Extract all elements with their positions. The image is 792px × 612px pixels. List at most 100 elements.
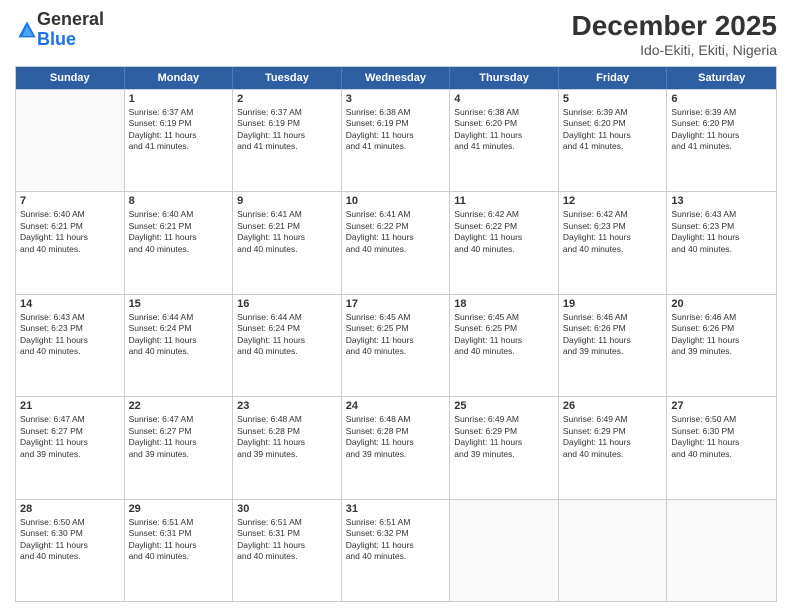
calendar-cell: 28 Sunrise: 6:50 AM Sunset: 6:30 PM Dayli… xyxy=(16,500,125,601)
cell-info: Sunrise: 6:45 AM Sunset: 6:25 PM Dayligh… xyxy=(454,312,554,358)
calendar-body: 1 Sunrise: 6:37 AM Sunset: 6:19 PM Daylig… xyxy=(16,89,776,601)
calendar-cell: 31 Sunrise: 6:51 AM Sunset: 6:32 PM Dayli… xyxy=(342,500,451,601)
cell-info: Sunrise: 6:40 AM Sunset: 6:21 PM Dayligh… xyxy=(20,209,120,255)
cell-info: Sunrise: 6:51 AM Sunset: 6:32 PM Dayligh… xyxy=(346,517,446,563)
cell-info: Sunrise: 6:39 AM Sunset: 6:20 PM Dayligh… xyxy=(563,107,663,153)
calendar-cell: 20Sunrise: 6:46 AM Sunset: 6:26 PM Dayli… xyxy=(667,295,776,396)
cell-info: Sunrise: 6:43 AM Sunset: 6:23 PM Dayligh… xyxy=(20,312,120,358)
day-number: 15 xyxy=(129,298,229,310)
title-block: December 2025 Ido-Ekiti, Ekiti, Nigeria xyxy=(572,10,777,58)
calendar-cell: 17 Sunrise: 6:45 AM Sunset: 6:25 PM Dayli… xyxy=(342,295,451,396)
day-number: 10 xyxy=(346,195,446,207)
calendar-cell xyxy=(450,500,559,601)
calendar-cell: 9 Sunrise: 6:41 AM Sunset: 6:21 PM Daylig… xyxy=(233,192,342,293)
day-number: 24 xyxy=(346,400,446,412)
cell-info: Sunrise: 6:50 AM Sunset: 6:30 PM Dayligh… xyxy=(20,517,120,563)
cell-info: Sunrise: 6:51 AM Sunset: 6:31 PM Dayligh… xyxy=(237,517,337,563)
calendar-row-3: 21Sunrise: 6:47 AM Sunset: 6:27 PM Dayli… xyxy=(16,396,776,498)
cell-info: Sunrise: 6:44 AM Sunset: 6:24 PM Dayligh… xyxy=(129,312,229,358)
day-header-wednesday: Wednesday xyxy=(342,67,451,89)
calendar: SundayMondayTuesdayWednesdayThursdayFrid… xyxy=(15,66,777,602)
day-number: 30 xyxy=(237,503,337,515)
day-header-friday: Friday xyxy=(559,67,668,89)
calendar-cell: 25 Sunrise: 6:49 AM Sunset: 6:29 PM Dayli… xyxy=(450,397,559,498)
day-header-sunday: Sunday xyxy=(16,67,125,89)
cell-info: Sunrise: 6:43 AM Sunset: 6:23 PM Dayligh… xyxy=(671,209,772,255)
cell-info: Sunrise: 6:49 AM Sunset: 6:29 PM Dayligh… xyxy=(454,414,554,460)
cell-info: Sunrise: 6:40 AM Sunset: 6:21 PM Dayligh… xyxy=(129,209,229,255)
calendar-cell: 19Sunrise: 6:46 AM Sunset: 6:26 PM Dayli… xyxy=(559,295,668,396)
day-number: 14 xyxy=(20,298,120,310)
calendar-cell: 15 Sunrise: 6:44 AM Sunset: 6:24 PM Dayli… xyxy=(125,295,234,396)
cell-info: Sunrise: 6:46 AM Sunset: 6:26 PM Dayligh… xyxy=(563,312,663,358)
day-number: 1 xyxy=(129,93,229,105)
month-title: December 2025 xyxy=(572,10,777,42)
calendar-cell: 23Sunrise: 6:48 AM Sunset: 6:28 PM Dayli… xyxy=(233,397,342,498)
calendar-row-1: 7 Sunrise: 6:40 AM Sunset: 6:21 PM Daylig… xyxy=(16,191,776,293)
day-number: 28 xyxy=(20,503,120,515)
day-number: 3 xyxy=(346,93,446,105)
day-number: 8 xyxy=(129,195,229,207)
calendar-cell: 14 Sunrise: 6:43 AM Sunset: 6:23 PM Dayli… xyxy=(16,295,125,396)
cell-info: Sunrise: 6:46 AM Sunset: 6:26 PM Dayligh… xyxy=(671,312,772,358)
day-header-monday: Monday xyxy=(125,67,234,89)
day-number: 13 xyxy=(671,195,772,207)
cell-info: Sunrise: 6:51 AM Sunset: 6:31 PM Dayligh… xyxy=(129,517,229,563)
cell-info: Sunrise: 6:41 AM Sunset: 6:21 PM Dayligh… xyxy=(237,209,337,255)
cell-info: Sunrise: 6:41 AM Sunset: 6:22 PM Dayligh… xyxy=(346,209,446,255)
calendar-cell: 26 Sunrise: 6:49 AM Sunset: 6:29 PM Dayli… xyxy=(559,397,668,498)
day-number: 17 xyxy=(346,298,446,310)
calendar-cell: 7 Sunrise: 6:40 AM Sunset: 6:21 PM Daylig… xyxy=(16,192,125,293)
cell-info: Sunrise: 6:45 AM Sunset: 6:25 PM Dayligh… xyxy=(346,312,446,358)
location-subtitle: Ido-Ekiti, Ekiti, Nigeria xyxy=(572,42,777,58)
day-number: 27 xyxy=(671,400,772,412)
day-number: 6 xyxy=(671,93,772,105)
page-container: General Blue December 2025 Ido-Ekiti, Ek… xyxy=(0,0,792,612)
cell-info: Sunrise: 6:38 AM Sunset: 6:19 PM Dayligh… xyxy=(346,107,446,153)
day-number: 2 xyxy=(237,93,337,105)
cell-info: Sunrise: 6:37 AM Sunset: 6:19 PM Dayligh… xyxy=(237,107,337,153)
calendar-cell: 18Sunrise: 6:45 AM Sunset: 6:25 PM Dayli… xyxy=(450,295,559,396)
page-header: General Blue December 2025 Ido-Ekiti, Ek… xyxy=(15,10,777,58)
calendar-cell: 2 Sunrise: 6:37 AM Sunset: 6:19 PM Daylig… xyxy=(233,90,342,191)
calendar-cell: 29 Sunrise: 6:51 AM Sunset: 6:31 PM Dayli… xyxy=(125,500,234,601)
logo: General Blue xyxy=(15,10,104,50)
calendar-cell: 21Sunrise: 6:47 AM Sunset: 6:27 PM Dayli… xyxy=(16,397,125,498)
calendar-cell: 8 Sunrise: 6:40 AM Sunset: 6:21 PM Daylig… xyxy=(125,192,234,293)
calendar-cell: 30 Sunrise: 6:51 AM Sunset: 6:31 PM Dayli… xyxy=(233,500,342,601)
calendar-cell: 12 Sunrise: 6:42 AM Sunset: 6:23 PM Dayli… xyxy=(559,192,668,293)
calendar-header: SundayMondayTuesdayWednesdayThursdayFrid… xyxy=(16,67,776,89)
day-header-thursday: Thursday xyxy=(450,67,559,89)
cell-info: Sunrise: 6:38 AM Sunset: 6:20 PM Dayligh… xyxy=(454,107,554,153)
calendar-cell: 4Sunrise: 6:38 AM Sunset: 6:20 PM Daylig… xyxy=(450,90,559,191)
calendar-cell: 27Sunrise: 6:50 AM Sunset: 6:30 PM Dayli… xyxy=(667,397,776,498)
cell-info: Sunrise: 6:47 AM Sunset: 6:27 PM Dayligh… xyxy=(20,414,120,460)
calendar-cell: 13 Sunrise: 6:43 AM Sunset: 6:23 PM Dayli… xyxy=(667,192,776,293)
calendar-cell: 16Sunrise: 6:44 AM Sunset: 6:24 PM Dayli… xyxy=(233,295,342,396)
calendar-cell xyxy=(16,90,125,191)
cell-info: Sunrise: 6:49 AM Sunset: 6:29 PM Dayligh… xyxy=(563,414,663,460)
day-number: 22 xyxy=(129,400,229,412)
cell-info: Sunrise: 6:39 AM Sunset: 6:20 PM Dayligh… xyxy=(671,107,772,153)
cell-info: Sunrise: 6:47 AM Sunset: 6:27 PM Dayligh… xyxy=(129,414,229,460)
day-number: 7 xyxy=(20,195,120,207)
day-number: 29 xyxy=(129,503,229,515)
calendar-cell: 6 Sunrise: 6:39 AM Sunset: 6:20 PM Daylig… xyxy=(667,90,776,191)
calendar-row-4: 28 Sunrise: 6:50 AM Sunset: 6:30 PM Dayli… xyxy=(16,499,776,601)
day-number: 12 xyxy=(563,195,663,207)
day-number: 31 xyxy=(346,503,446,515)
logo-text: General Blue xyxy=(37,10,104,50)
day-number: 9 xyxy=(237,195,337,207)
day-number: 16 xyxy=(237,298,337,310)
cell-info: Sunrise: 6:37 AM Sunset: 6:19 PM Dayligh… xyxy=(129,107,229,153)
cell-info: Sunrise: 6:42 AM Sunset: 6:23 PM Dayligh… xyxy=(563,209,663,255)
calendar-cell: 1 Sunrise: 6:37 AM Sunset: 6:19 PM Daylig… xyxy=(125,90,234,191)
day-number: 23 xyxy=(237,400,337,412)
calendar-row-0: 1 Sunrise: 6:37 AM Sunset: 6:19 PM Daylig… xyxy=(16,89,776,191)
calendar-cell: 24Sunrise: 6:48 AM Sunset: 6:28 PM Dayli… xyxy=(342,397,451,498)
day-header-saturday: Saturday xyxy=(667,67,776,89)
day-number: 26 xyxy=(563,400,663,412)
calendar-cell: 22 Sunrise: 6:47 AM Sunset: 6:27 PM Dayli… xyxy=(125,397,234,498)
calendar-cell: 5Sunrise: 6:39 AM Sunset: 6:20 PM Daylig… xyxy=(559,90,668,191)
day-number: 25 xyxy=(454,400,554,412)
